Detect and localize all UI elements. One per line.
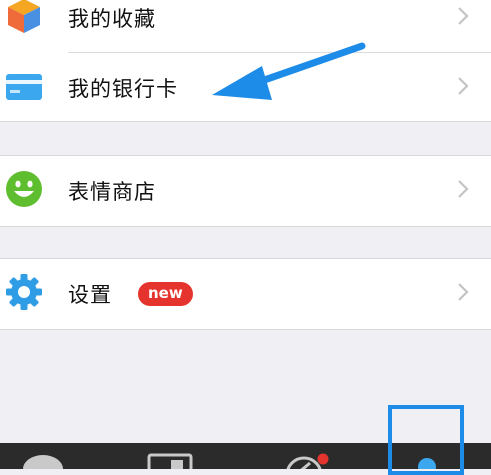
menu-group-stickers: 表情商店 [0,155,491,227]
menu-item-label: 我的收藏 [68,7,156,31]
menu-group-settings: 设置 new [0,258,491,330]
menu-item-label: 表情商店 [68,180,156,204]
new-badge: new [138,282,193,306]
menu-item-sticker-store[interactable]: 表情商店 [0,156,491,226]
menu-item-label: 设置 [68,283,112,307]
cube-icon [4,0,44,40]
chat-icon[interactable] [18,443,68,475]
gear-icon [4,272,44,316]
chevron-right-icon [457,282,469,306]
menu-item-label: 我的银行卡 [68,77,178,101]
card-icon [4,66,44,110]
menu-item-settings[interactable]: 设置 new [0,259,491,329]
discover-icon[interactable] [280,443,334,475]
menu-group-favorites: 我的收藏 我的银行卡 [0,0,491,122]
highlight-box [388,405,464,475]
chevron-right-icon [457,179,469,203]
smiley-icon [4,169,44,213]
contacts-icon[interactable] [145,443,195,475]
chevron-right-icon [457,76,469,100]
chevron-right-icon [457,6,469,30]
menu-item-favorites[interactable]: 我的收藏 [0,0,491,53]
menu-item-bank-card[interactable]: 我的银行卡 [0,53,491,123]
notification-dot [317,453,329,465]
